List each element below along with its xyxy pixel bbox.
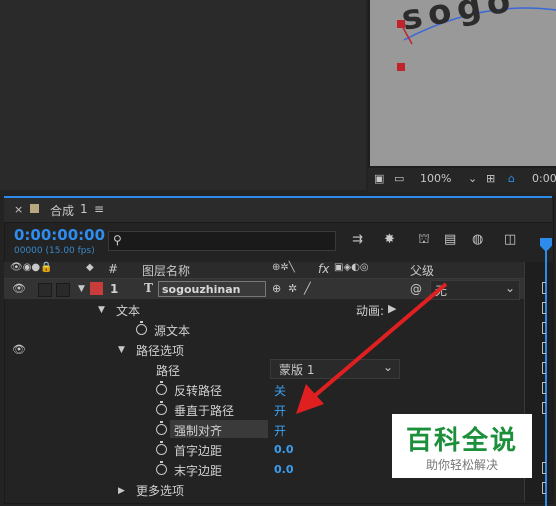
watermark-subtitle: 助你轻松解决 (425, 458, 498, 472)
arrow-shaft (310, 282, 448, 400)
arrow-head (296, 384, 324, 414)
watermark-title: 百科全说 (405, 426, 518, 456)
